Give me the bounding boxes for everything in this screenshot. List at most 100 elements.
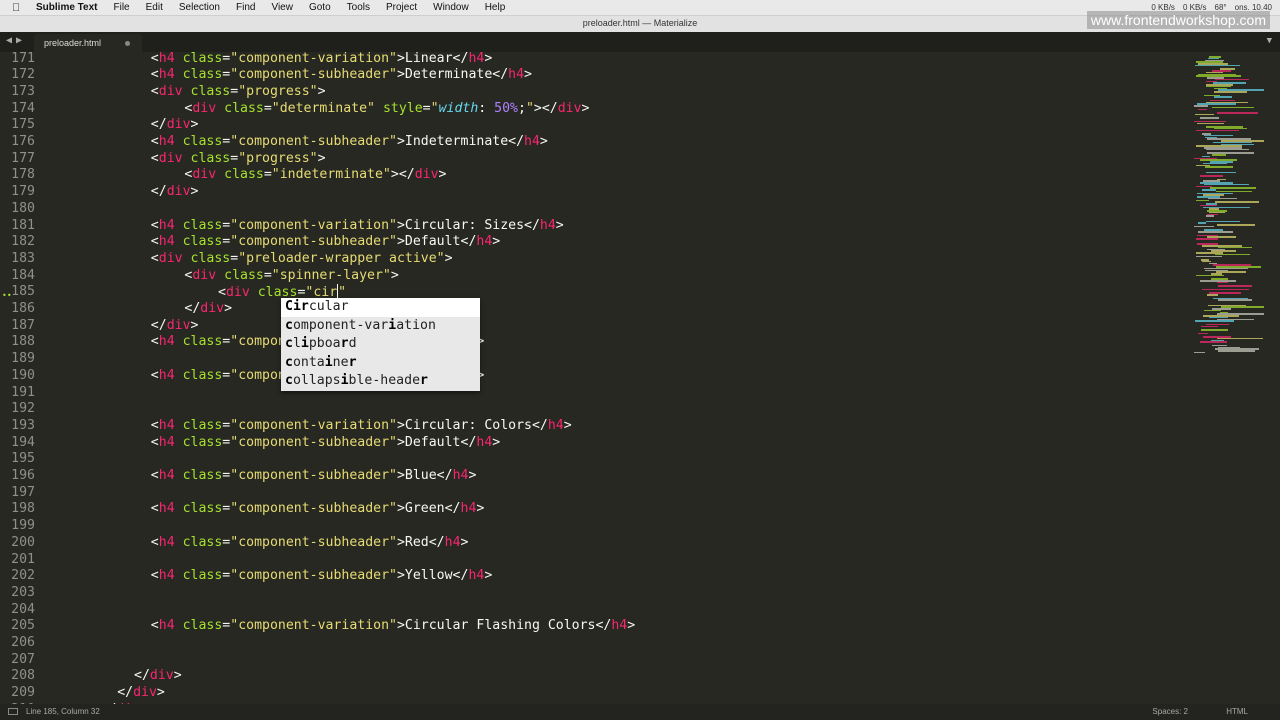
autocomplete-option[interactable]: component-variation xyxy=(281,317,480,336)
code-line[interactable]: 187 </div> xyxy=(0,318,1190,335)
line-number: 195 xyxy=(11,451,35,467)
code-line[interactable]: 174 <div class="determinate" style="width… xyxy=(0,101,1190,118)
line-number: 184 xyxy=(11,267,35,283)
line-number: 177 xyxy=(11,150,35,166)
nav-forward-icon[interactable]: ▶ xyxy=(16,35,22,46)
menu-edit[interactable]: Edit xyxy=(146,2,163,13)
line-number: 204 xyxy=(11,601,35,617)
minimap[interactable] xyxy=(1190,52,1280,704)
tab-bar: ◀ ▶ preloader.html ▼ xyxy=(0,32,1280,52)
minimap-stroke xyxy=(1194,105,1208,107)
code-line[interactable]: 181 <h4 class="component-variation">Circu… xyxy=(0,218,1190,235)
tab-preloader-html[interactable]: preloader.html xyxy=(34,34,142,52)
code-line[interactable]: 182 <h4 class="component-subheader">Defau… xyxy=(0,234,1190,251)
code-line[interactable]: 203 xyxy=(0,585,1190,602)
syntax-selector[interactable]: HTML xyxy=(1226,704,1248,720)
code-line[interactable]: 198 <h4 class="component-subheader">Green… xyxy=(0,501,1190,518)
code-line[interactable]: 208 </div> xyxy=(0,668,1190,685)
line-number: 201 xyxy=(11,551,35,567)
minimap-stroke xyxy=(1201,329,1228,331)
code-line[interactable]: 178 <div class="indeterminate"></div> xyxy=(0,167,1190,184)
code-text: <h4 class="component-subheader">Determin… xyxy=(150,67,532,83)
tab-dropdown-icon[interactable]: ▼ xyxy=(1267,36,1272,46)
code-line[interactable]: 176 <h4 class="component-subheader">Indet… xyxy=(0,134,1190,151)
code-line[interactable]: 206 xyxy=(0,635,1190,652)
line-number: 173 xyxy=(11,83,35,99)
code-line[interactable]: 201 xyxy=(0,552,1190,569)
tab-label: preloader.html xyxy=(44,38,102,48)
code-line[interactable]: 177 <div class="progress"> xyxy=(0,151,1190,168)
code-line[interactable]: 175 </div> xyxy=(0,117,1190,134)
code-line[interactable]: 195 xyxy=(0,451,1190,468)
menu-view[interactable]: View xyxy=(271,2,293,13)
watermark: www.frontendworkshop.com xyxy=(1086,11,1270,29)
autocomplete-option[interactable]: collapsible-header xyxy=(281,372,480,391)
code-line[interactable]: 202 <h4 class="component-subheader">Yello… xyxy=(0,568,1190,585)
autocomplete-option[interactable]: Circular xyxy=(281,298,480,317)
code-line[interactable]: 199 xyxy=(0,518,1190,535)
minimap-stroke xyxy=(1198,231,1233,233)
code-line[interactable]: 171 <h4 class="component-variation">Linea… xyxy=(0,52,1190,67)
code-line[interactable]: 207 xyxy=(0,652,1190,669)
line-number: 182 xyxy=(11,234,35,250)
menu-project[interactable]: Project xyxy=(386,2,417,13)
code-text: </div> xyxy=(150,317,199,333)
minimap-stroke xyxy=(1195,64,1240,67)
code-line[interactable]: 186 </div> xyxy=(0,301,1190,318)
menu-selection[interactable]: Selection xyxy=(179,2,220,13)
code-line[interactable]: 209 </div> xyxy=(0,685,1190,702)
code-line[interactable]: 189 xyxy=(0,351,1190,368)
unsaved-dot-icon[interactable] xyxy=(125,41,130,46)
code-line[interactable]: 190<h4 class="component-subheader">Small… xyxy=(0,368,1190,385)
code-line[interactable]: 172 <h4 class="component-subheader">Deter… xyxy=(0,67,1190,84)
line-number: 181 xyxy=(11,217,35,233)
autocomplete-option[interactable]: container xyxy=(281,354,480,373)
line-number: 199 xyxy=(11,518,35,534)
code-line[interactable]: 185 •• <div class="cir" xyxy=(0,284,1190,301)
menu-window[interactable]: Window xyxy=(433,2,469,13)
minimap-stroke xyxy=(1217,281,1228,284)
menu-help[interactable]: Help xyxy=(485,2,506,13)
menu-app-name[interactable]: Sublime Text xyxy=(36,2,98,13)
code-line[interactable]: 205 <h4 class="component-variation">Circu… xyxy=(0,618,1190,635)
code-line[interactable]: 179 </div> xyxy=(0,184,1190,201)
code-text: <div class="spinner-layer"> xyxy=(184,267,399,283)
line-number: 193 xyxy=(11,417,35,433)
minimap-stroke xyxy=(1196,274,1224,277)
nav-back-icon[interactable]: ◀ xyxy=(6,35,12,46)
panel-toggle-icon[interactable] xyxy=(8,708,18,715)
code-line[interactable]: 197 xyxy=(0,485,1190,502)
menu-file[interactable]: File xyxy=(114,2,130,13)
minimap-stroke xyxy=(1215,201,1259,203)
menu-tools[interactable]: Tools xyxy=(347,2,370,13)
code-editor[interactable]: 171 <h4 class="component-variation">Linea… xyxy=(0,52,1190,704)
code-line[interactable]: 204 xyxy=(0,602,1190,619)
code-line[interactable]: 193 <h4 class="component-variation">Circu… xyxy=(0,418,1190,435)
code-text: <h4 class="component-subheader">Default<… xyxy=(150,234,501,250)
code-text: <h4 class="component-subheader">Default<… xyxy=(150,434,501,450)
code-line[interactable]: 173 <div class="progress"> xyxy=(0,84,1190,101)
minimap-stroke xyxy=(1197,122,1224,124)
code-line[interactable]: 200 <h4 class="component-subheader">Red</… xyxy=(0,535,1190,552)
menu-find[interactable]: Find xyxy=(236,2,255,13)
line-number: 207 xyxy=(11,651,35,667)
code-line[interactable]: 194 <h4 class="component-subheader">Defau… xyxy=(0,435,1190,452)
menu-goto[interactable]: Goto xyxy=(309,2,331,13)
code-line[interactable]: 192 xyxy=(0,401,1190,418)
code-line[interactable]: 184 <div class="spinner-layer"> xyxy=(0,268,1190,285)
autocomplete-option[interactable]: clipboard xyxy=(281,335,480,354)
code-line[interactable]: 188<h4 class="component-subheader">Large… xyxy=(0,334,1190,351)
minimap-stroke xyxy=(1200,117,1219,119)
code-text: <h4 class="component-subheader">Green</h… xyxy=(150,501,485,517)
line-number: 191 xyxy=(11,384,35,400)
code-line[interactable]: 180 xyxy=(0,201,1190,218)
code-line[interactable]: 183 <div class="preloader-wrapper active"… xyxy=(0,251,1190,268)
minimap-stroke xyxy=(1207,294,1218,296)
code-line[interactable]: 191 xyxy=(0,385,1190,402)
code-text: <div class="preloader-wrapper active"> xyxy=(150,250,453,266)
autocomplete-popup[interactable]: Circular component-variation clipboard cont… xyxy=(281,298,480,391)
code-line[interactable]: 196 <h4 class="component-subheader">Blue<… xyxy=(0,468,1190,485)
minimap-stroke xyxy=(1200,175,1223,177)
indentation-setting[interactable]: Spaces: 2 xyxy=(1152,704,1188,720)
apple-icon[interactable]:  xyxy=(12,2,26,14)
